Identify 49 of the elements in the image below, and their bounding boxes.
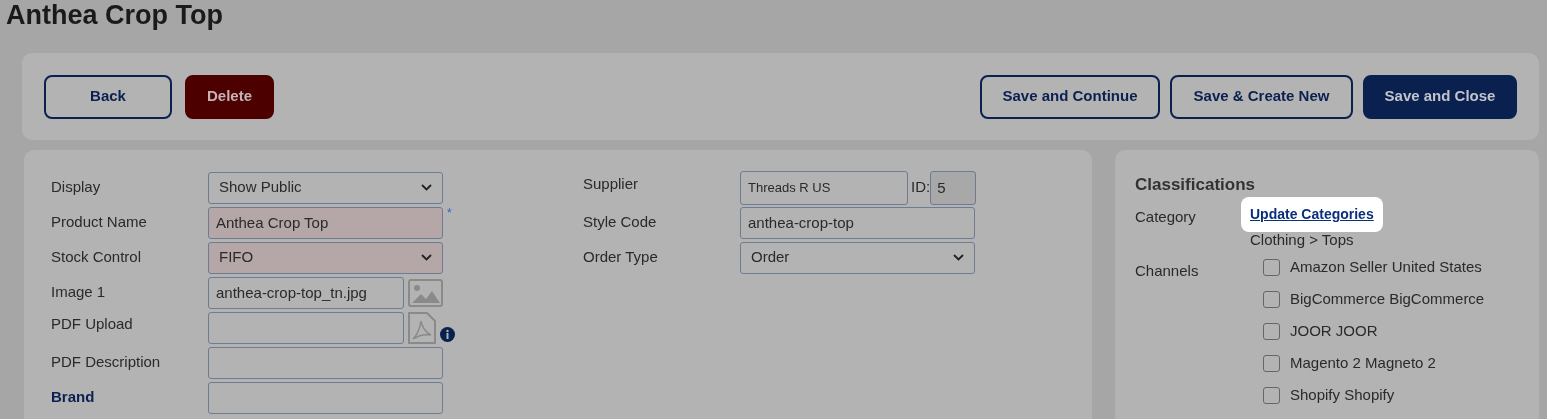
- field-label: Category: [1135, 207, 1197, 227]
- channel-label: JOOR JOOR: [1290, 321, 1378, 342]
- field-label: Display: [51, 177, 102, 198]
- action-button[interactable]: Save and Continue: [980, 74, 1160, 119]
- input-field[interactable]: [208, 346, 443, 379]
- field-label: Style Code: [583, 212, 658, 233]
- field-label: Supplier: [583, 174, 640, 194]
- channel-label: Amazon Seller United States: [1290, 257, 1482, 278]
- field-label: Channels: [1135, 260, 1200, 281]
- chevron-down-icon: [421, 184, 432, 191]
- input-field[interactable]: anthea-crop-top: [740, 206, 975, 239]
- channel-label: BigCommerce BigCommerce: [1290, 289, 1485, 310]
- field-label: Image 1: [51, 282, 107, 303]
- action-button[interactable]: Save and Close: [1363, 74, 1517, 119]
- delete-button[interactable]: Delete: [185, 74, 274, 119]
- input-field[interactable]: anthea-crop-top_tn.jpg: [208, 276, 404, 309]
- checkbox[interactable]: [1263, 291, 1280, 308]
- input-field[interactable]: Threads R US: [740, 170, 908, 205]
- field-label: Stock Control: [51, 247, 143, 268]
- input-field[interactable]: [208, 381, 443, 414]
- field-label: PDF Upload: [51, 314, 134, 334]
- id-label: ID:: [911, 177, 931, 198]
- input-field[interactable]: [208, 311, 404, 344]
- action-button[interactable]: Back: [44, 74, 172, 119]
- id-field[interactable]: 5: [930, 170, 977, 205]
- info-icon[interactable]: [440, 327, 455, 342]
- checkbox[interactable]: [1263, 355, 1280, 372]
- input-field[interactable]: Anthea Crop Top: [208, 206, 443, 239]
- field-label: PDF Description: [51, 352, 162, 373]
- dropdown[interactable]: Show Public: [208, 171, 443, 204]
- field-label: Brand: [51, 387, 96, 408]
- chevron-down-icon: [421, 254, 432, 261]
- field-label: Product Name: [51, 212, 148, 233]
- channel-label: Shopify Shopify: [1290, 385, 1395, 406]
- checkbox[interactable]: [1263, 259, 1280, 276]
- checkbox[interactable]: [1263, 387, 1280, 404]
- field-label: Order Type: [583, 247, 659, 268]
- update-categories-link[interactable]: Update Categories: [1241, 197, 1383, 232]
- required-mark: *: [447, 206, 452, 219]
- dropdown[interactable]: FIFO: [208, 241, 443, 274]
- category-path: Clothing > Tops: [1250, 230, 1355, 250]
- chevron-down-icon: [953, 254, 964, 261]
- checkbox[interactable]: [1263, 323, 1280, 340]
- page-title: Anthea Crop Top: [5, 0, 224, 32]
- dropdown[interactable]: Order: [740, 241, 975, 274]
- image-icon[interactable]: [408, 278, 443, 307]
- channel-label: Magento 2 Magneto 2: [1290, 353, 1436, 374]
- section-title: Classifications: [1135, 174, 1256, 196]
- action-button[interactable]: Save & Create New: [1170, 74, 1353, 119]
